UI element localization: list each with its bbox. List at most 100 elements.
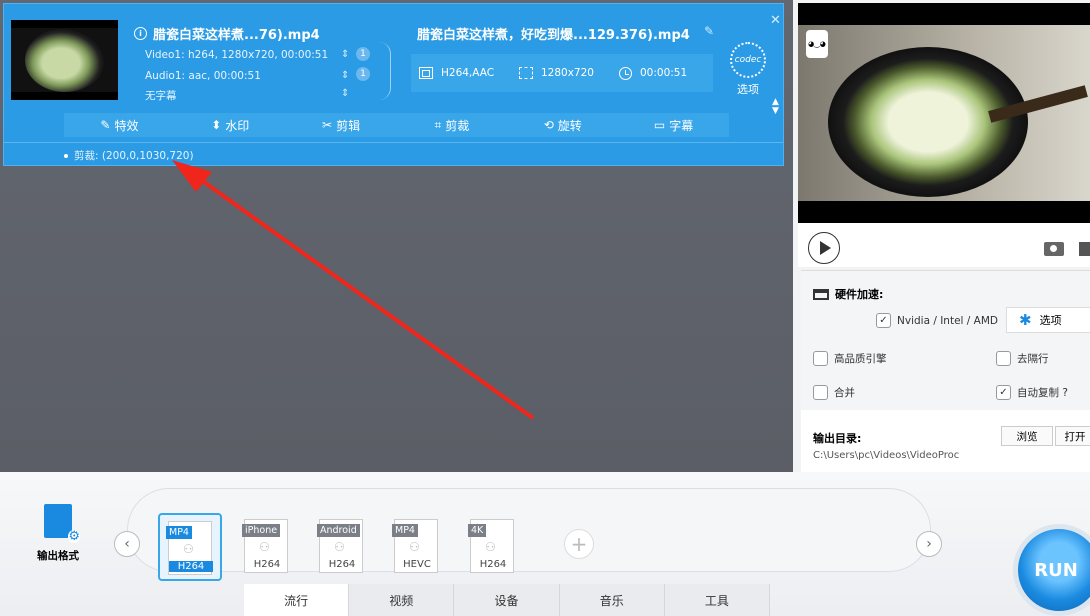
toolbar-watermark-button[interactable]: ⬍ 水印 — [175, 113, 286, 137]
add-format-button[interactable]: + — [564, 529, 594, 559]
film-reel-icon: ⚇ — [334, 540, 345, 554]
scroll-right-button[interactable]: › — [916, 531, 942, 557]
video-thumbnail[interactable] — [11, 20, 118, 100]
resolution-icon — [519, 67, 533, 79]
film-reel-icon: ⚇ — [485, 540, 496, 554]
source-file-title: i 腊瓷白菜这样煮...76).mp4 — [134, 24, 320, 43]
player-controls — [798, 223, 1090, 267]
output-resolution-text: 1280x720 — [541, 67, 594, 79]
film-icon — [419, 67, 433, 79]
video-preview[interactable] — [798, 3, 1090, 223]
audio-stream-index[interactable]: 1 — [356, 67, 370, 81]
clock-icon — [619, 66, 632, 80]
hw-accel-label: 硬件加速: — [835, 288, 884, 301]
output-codec: H264,AAC — [419, 67, 513, 79]
tab-4[interactable]: 工具 — [664, 584, 771, 616]
toolbar-subtitle-button[interactable]: ▭ 字幕 — [618, 113, 729, 137]
video-stream-index[interactable]: 1 — [356, 47, 370, 61]
info-icon[interactable]: i — [134, 27, 147, 40]
toolbar-label: 字幕 — [669, 118, 694, 133]
output-format-button[interactable]: 输出格式 — [30, 504, 86, 563]
toolbar-magic-wand-button[interactable]: ✎ 特效 — [64, 113, 175, 137]
toolbar-label: 剪辑 — [336, 118, 361, 133]
toolbar-scissors-button[interactable]: ✂ 剪辑 — [286, 113, 397, 137]
settings-panel: 硬件加速: ✓ Nvidia / Intel / AMD ✱ 选项 高品质引擎 … — [801, 270, 1090, 410]
tab-2[interactable]: 设备 — [454, 584, 560, 616]
nvidia-checkbox[interactable]: ✓ Nvidia / Intel / AMD — [876, 313, 998, 328]
stream-toggle-icon[interactable]: ⇕ — [341, 70, 349, 81]
subtitle-stream-info: 无字幕 — [145, 90, 177, 102]
auto-copy-checkbox[interactable]: ✓ 自动复制 ? — [996, 385, 1068, 400]
format-tile[interactable]: Android ⚇ H264 — [309, 513, 373, 581]
source-file-name: 腊瓷白菜这样煮...76).mp4 — [153, 28, 320, 43]
checkbox-box[interactable]: ✓ — [996, 385, 1011, 400]
toolbar-label: 剪裁 — [445, 118, 470, 133]
output-resolution: 1280x720 — [519, 67, 613, 79]
checkbox-box[interactable] — [813, 351, 828, 366]
format-doc-icon: MP4 ⚇ H264 — [166, 521, 213, 575]
format-tile[interactable]: MP4 ⚇ H264 — [158, 513, 222, 581]
film-reel-icon: ⚇ — [409, 540, 420, 554]
magic-wand-icon: ✎ — [100, 118, 111, 132]
merge-label: 合并 — [834, 387, 855, 399]
format-name: 4K — [468, 524, 487, 537]
rename-pencil-icon[interactable]: ✎ — [704, 24, 714, 38]
format-tile[interactable]: MP4 ⚇ HEVC — [384, 513, 448, 581]
output-directory-panel: 输出目录: C:\Users\pc\Videos\VideoProc 浏览 打开 — [801, 410, 1090, 472]
hw-accel-title: 硬件加速: — [813, 286, 883, 302]
stream-toggle-icon[interactable]: ⇕ — [341, 49, 349, 60]
tab-1[interactable]: 视频 — [349, 584, 455, 616]
codec-option-label: 选项 — [737, 83, 759, 96]
deinterlace-checkbox[interactable]: 去隔行 — [996, 351, 1049, 366]
chip-icon — [813, 288, 829, 300]
format-doc-icon: Android ⚇ H264 — [317, 519, 363, 573]
run-button[interactable]: RUN — [1013, 524, 1090, 616]
format-carousel: ‹ MP4 ⚇ H264 iPhone ⚇ H264 Android ⚇ H264 MP4 ⚇ HEV… — [114, 488, 942, 581]
output-codec-text: H264,AAC — [441, 67, 495, 79]
checkbox-box[interactable] — [813, 385, 828, 400]
format-tile[interactable]: iPhone ⚇ H264 — [234, 513, 298, 581]
toolbar-label: 特效 — [114, 118, 139, 133]
play-button[interactable] — [808, 232, 840, 264]
format-codec: H264 — [253, 559, 281, 570]
film-reel-icon: ⚇ — [183, 542, 194, 556]
format-codec: H264 — [479, 559, 507, 570]
crop-icon: ⌗ — [434, 117, 442, 132]
checkbox-box[interactable]: ✓ — [876, 313, 891, 328]
task-list-area: i 腊瓷白菜这样煮...76).mp4 Video1: h264, 1280x7… — [0, 0, 793, 472]
merge-checkbox[interactable]: 合并 — [813, 385, 855, 400]
toolbar-label: 水印 — [225, 118, 250, 133]
format-codec: HEVC — [403, 559, 431, 570]
high-quality-checkbox[interactable]: 高品质引擎 — [813, 351, 887, 366]
toolbar-rotate-button[interactable]: ⟲ 旋转 — [507, 113, 618, 137]
snapshot-camera-icon[interactable] — [1044, 242, 1064, 256]
bottom-bar: 输出格式 ‹ MP4⚇H264iPhone⚇H264Android⚇H264MP… — [0, 472, 1090, 616]
folder-icon[interactable] — [1079, 242, 1090, 256]
format-doc-icon: MP4 ⚇ HEVC — [392, 519, 438, 573]
video-stream-info: Video1: h264, 1280x720, 00:00:51 — [145, 49, 329, 61]
stream-toggle-icon[interactable]: ⇕ — [341, 88, 349, 99]
toolbar-crop-button[interactable]: ⌗ 剪裁 — [396, 113, 507, 137]
format-doc-icon: 4K ⚇ H264 — [468, 519, 514, 573]
format-codec: H264 — [169, 561, 213, 572]
format-tabs: 流行 视频 设备 音乐 工具 — [244, 584, 771, 616]
bullet-icon — [64, 154, 68, 158]
output-file-name[interactable]: 腊瓷白菜这样煮，好吃到爆...129.376).mp4 — [417, 24, 690, 43]
browse-button[interactable]: 浏览 — [1001, 426, 1053, 446]
tab-0[interactable]: 流行 — [244, 584, 350, 616]
close-icon[interactable]: ✕ — [770, 13, 781, 28]
crop-info: 剪裁: (200,0,1030,720) — [64, 148, 194, 163]
format-tile[interactable]: 4K ⚇ H264 — [460, 513, 524, 581]
reorder-icon[interactable]: ▲ ▼ — [772, 98, 779, 116]
task-card[interactable]: i 腊瓷白菜这样煮...76).mp4 Video1: h264, 1280x7… — [3, 3, 784, 166]
toolbar-label: 旋转 — [557, 118, 582, 133]
checkbox-box[interactable] — [996, 351, 1011, 366]
hw-option-button[interactable]: ✱ 选项 — [1006, 307, 1090, 333]
scissors-icon: ✂ — [322, 118, 333, 132]
rotate-icon: ⟲ — [543, 118, 554, 132]
codec-option-button[interactable]: codec 选项 — [726, 42, 770, 97]
open-button[interactable]: 打开 — [1055, 426, 1090, 446]
tab-3[interactable]: 音乐 — [559, 584, 665, 616]
format-name: Android — [317, 524, 360, 537]
scroll-left-button[interactable]: ‹ — [114, 531, 140, 557]
